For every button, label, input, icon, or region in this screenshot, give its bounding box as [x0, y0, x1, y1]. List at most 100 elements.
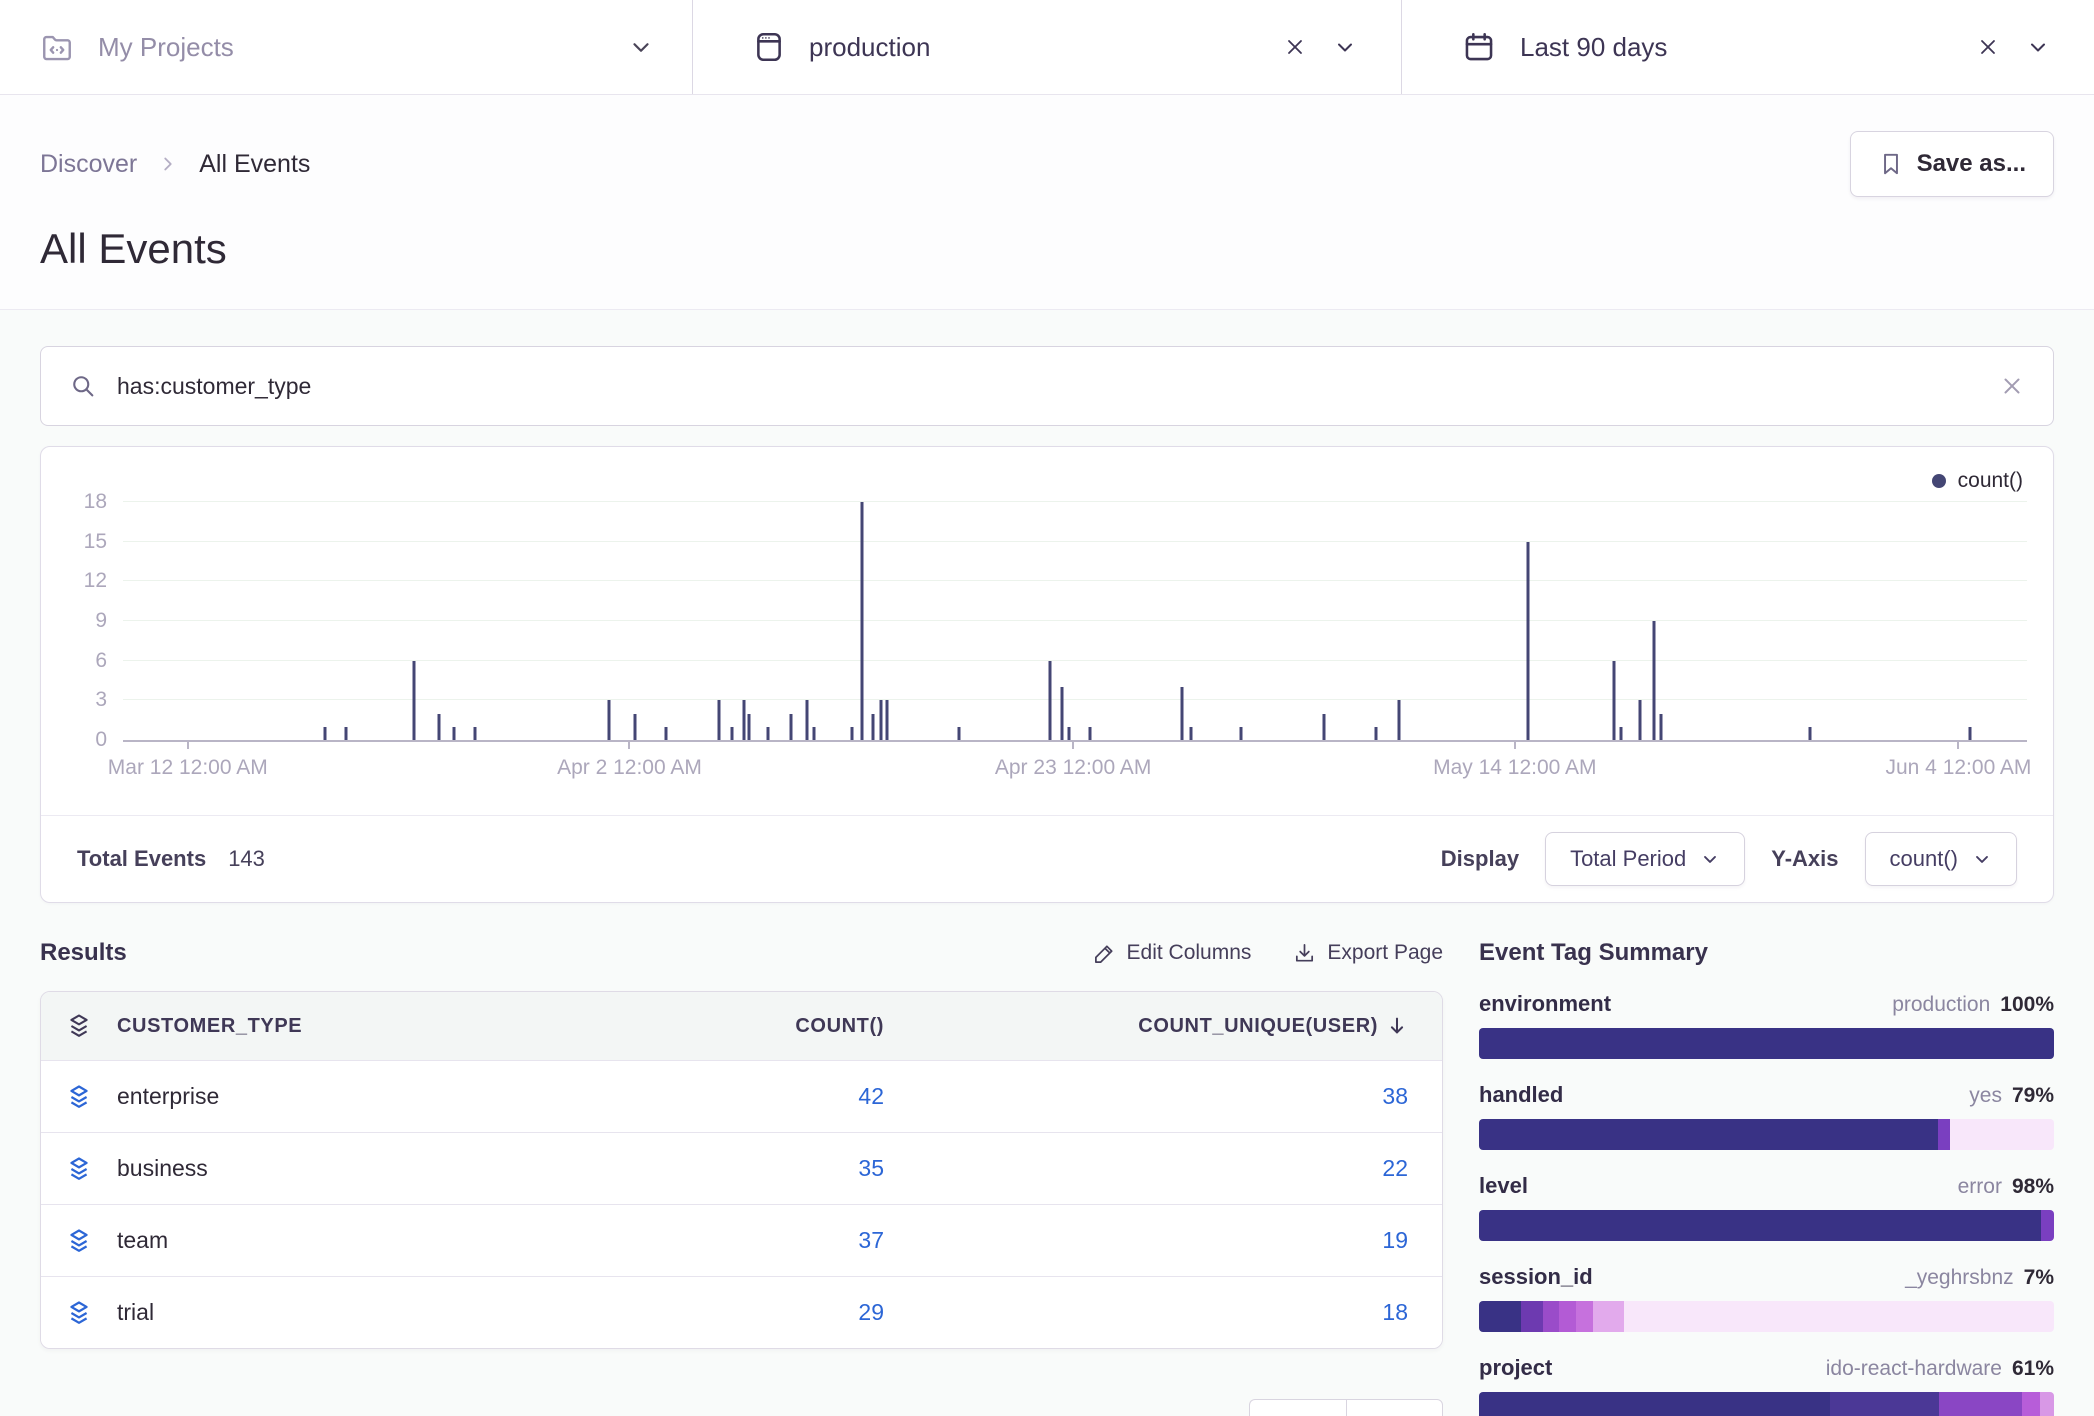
next-page-button[interactable] — [1346, 1399, 1443, 1416]
x-axis-tick-label: Jun 4 12:00 AM — [1885, 756, 2031, 780]
chart-bar[interactable] — [1620, 727, 1623, 740]
chart-bar[interactable] — [1190, 727, 1193, 740]
chart-bar[interactable] — [1049, 661, 1052, 740]
chart-bar[interactable] — [344, 727, 347, 740]
tag-bar-segment — [1479, 1119, 1938, 1150]
chevron-down-icon[interactable] — [628, 34, 654, 60]
events-chart[interactable]: count() 0369121518Mar 12 12:00 AMApr 2 1… — [41, 447, 2053, 815]
chart-bar[interactable] — [1968, 727, 1971, 740]
export-page-label: Export Page — [1327, 941, 1443, 965]
chart-bar[interactable] — [717, 700, 720, 740]
column-header-customer-type[interactable]: CUSTOMER_TYPE — [117, 1015, 542, 1038]
chart-bar[interactable] — [860, 502, 863, 740]
tag-bar-segment — [2041, 1210, 2054, 1241]
chart-bar[interactable] — [1374, 727, 1377, 740]
chart-bar[interactable] — [748, 714, 751, 740]
y-axis-tick-label: 15 — [49, 530, 107, 554]
edit-columns-button[interactable]: Edit Columns — [1093, 941, 1252, 965]
count-cell: 29 — [542, 1299, 912, 1326]
count-unique-user-link[interactable]: 18 — [1382, 1299, 1408, 1325]
chart-bar[interactable] — [731, 727, 734, 740]
tag-top-percent: 61% — [2012, 1357, 2054, 1381]
previous-page-button[interactable] — [1249, 1399, 1346, 1416]
date-range-filter[interactable]: Last 90 days — [1402, 0, 2094, 94]
chart-bar[interactable] — [1808, 727, 1811, 740]
chart-bar[interactable] — [885, 700, 888, 740]
count-unique-user-link[interactable]: 19 — [1382, 1227, 1408, 1253]
clear-search-icon[interactable] — [1999, 373, 2025, 399]
clear-date-icon[interactable] — [1976, 35, 2000, 59]
count-cell: 42 — [542, 1083, 912, 1110]
chevron-down-icon[interactable] — [1333, 35, 1357, 59]
chart-bar[interactable] — [1660, 714, 1663, 740]
chart-bar[interactable] — [813, 727, 816, 740]
count-unique-user-link[interactable]: 22 — [1382, 1155, 1408, 1181]
window-icon — [753, 30, 785, 64]
chart-bar[interactable] — [1652, 621, 1655, 740]
table-row[interactable]: trial2918 — [41, 1276, 1442, 1348]
chart-bar[interactable] — [323, 727, 326, 740]
chart-bar[interactable] — [805, 700, 808, 740]
chart-bar[interactable] — [607, 700, 610, 740]
stack-icon — [41, 1155, 117, 1183]
breadcrumb-discover[interactable]: Discover — [40, 150, 137, 179]
environment-filter-label: production — [809, 32, 930, 63]
chart-bar[interactable] — [851, 727, 854, 740]
environment-filter[interactable]: production — [693, 0, 1402, 94]
save-as-button[interactable]: Save as... — [1850, 131, 2054, 197]
chart-bar[interactable] — [1239, 727, 1242, 740]
search-bar — [40, 346, 2054, 426]
chart-legend[interactable]: count() — [1932, 469, 2023, 493]
chart-bar[interactable] — [742, 700, 745, 740]
clear-environment-icon[interactable] — [1283, 35, 1307, 59]
tag-distribution-bar[interactable] — [1479, 1301, 2054, 1332]
tag-bar-segment — [2040, 1392, 2054, 1416]
tag-distribution-bar[interactable] — [1479, 1210, 2054, 1241]
chart-bar[interactable] — [957, 727, 960, 740]
project-filter[interactable]: My Projects — [0, 0, 693, 94]
x-axis-tick-label: Apr 2 12:00 AM — [557, 756, 702, 780]
chart-bar[interactable] — [664, 727, 667, 740]
chart-bar[interactable] — [1323, 714, 1326, 740]
chart-bar[interactable] — [1068, 727, 1071, 740]
table-row[interactable]: team3719 — [41, 1204, 1442, 1276]
count-cell: 35 — [542, 1155, 912, 1182]
count-link[interactable]: 29 — [858, 1299, 884, 1325]
chart-bar[interactable] — [453, 727, 456, 740]
chart-bar[interactable] — [1180, 687, 1183, 740]
chart-bar[interactable] — [1089, 727, 1092, 740]
column-header-count-unique-user[interactable]: COUNT_UNIQUE(USER) — [912, 1015, 1442, 1038]
export-page-button[interactable]: Export Page — [1293, 941, 1443, 965]
table-row[interactable]: business3522 — [41, 1132, 1442, 1204]
chart-bar[interactable] — [1612, 661, 1615, 740]
tag-distribution-bar[interactable] — [1479, 1028, 2054, 1059]
chart-bar[interactable] — [634, 714, 637, 740]
table-row[interactable]: enterprise4238 — [41, 1060, 1442, 1132]
chart-bar[interactable] — [474, 727, 477, 740]
chart-bar[interactable] — [790, 714, 793, 740]
tag-bar-segment — [1479, 1028, 2054, 1059]
count-unique-user-link[interactable]: 38 — [1382, 1083, 1408, 1109]
chart-bar[interactable] — [872, 714, 875, 740]
chart-bar[interactable] — [1639, 700, 1642, 740]
search-input[interactable] — [117, 373, 1999, 400]
chart-bar[interactable] — [1527, 542, 1530, 740]
chart-bar[interactable] — [1060, 687, 1063, 740]
x-axis-tick-mark — [1072, 740, 1074, 749]
chart-bar[interactable] — [879, 700, 882, 740]
chart-bar[interactable] — [767, 727, 770, 740]
yaxis-dropdown[interactable]: count() — [1865, 832, 2017, 886]
chart-bar[interactable] — [1397, 700, 1400, 740]
count-link[interactable]: 35 — [858, 1155, 884, 1181]
column-header-count[interactable]: COUNT() — [542, 1015, 912, 1038]
chevron-down-icon[interactable] — [2026, 35, 2050, 59]
chart-bar[interactable] — [413, 661, 416, 740]
tag-distribution-bar[interactable] — [1479, 1119, 2054, 1150]
count-unique-user-cell: 38 — [912, 1083, 1442, 1110]
chart-bar[interactable] — [438, 714, 441, 740]
count-link[interactable]: 42 — [858, 1083, 884, 1109]
count-link[interactable]: 37 — [858, 1227, 884, 1253]
bookmark-icon — [1878, 151, 1904, 177]
display-dropdown[interactable]: Total Period — [1545, 832, 1745, 886]
tag-distribution-bar[interactable] — [1479, 1392, 2054, 1416]
